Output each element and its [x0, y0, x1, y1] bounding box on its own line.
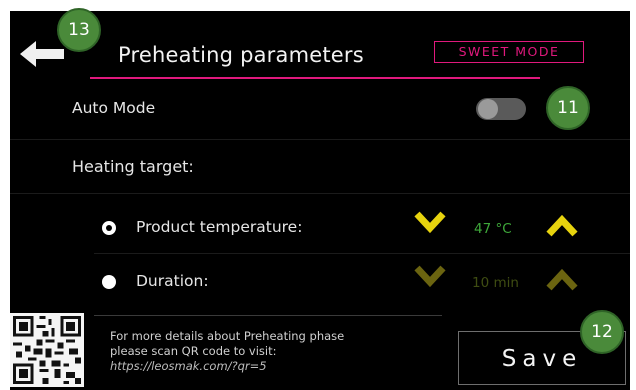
auto-mode-label: Auto Mode: [72, 99, 156, 117]
title-divider: [90, 77, 540, 79]
duration-value: 10 min: [472, 275, 519, 291]
chevron-down-icon: [414, 265, 446, 288]
auto-mode-toggle[interactable]: [476, 98, 526, 120]
option-duration-label: Duration:: [136, 272, 209, 290]
mode-tag: SWEET MODE: [434, 41, 584, 63]
row-divider: [10, 193, 630, 194]
footer-divider: [94, 315, 442, 316]
temperature-value: 47 °C: [474, 221, 512, 237]
device-screen: Preheating parameters SWEET MODE Auto Mo…: [10, 11, 630, 390]
radio-dot: [106, 225, 112, 231]
radio-product-temperature[interactable]: [102, 221, 116, 235]
chevron-down-icon: [414, 211, 446, 234]
back-arrow-icon: [20, 41, 64, 67]
row-divider: [94, 253, 630, 254]
radio-duration[interactable]: [102, 275, 116, 289]
temperature-increase-button[interactable]: [546, 213, 578, 243]
toggle-knob: [478, 99, 498, 119]
duration-increase-button[interactable]: [546, 267, 578, 297]
qr-info-text: For more details about Preheating phase …: [110, 329, 344, 374]
qr-info-line-1: For more details about Preheating phase: [110, 329, 345, 343]
qr-code-icon: [10, 313, 84, 387]
chevron-up-icon: [546, 214, 578, 237]
chevron-up-icon: [546, 268, 578, 291]
qr-info-url: https://leosmak.com/?qr=5: [110, 359, 267, 373]
qr-info-line-2: please scan QR code to visit:: [110, 344, 277, 358]
callout-badge-back: 13: [57, 8, 101, 52]
temperature-decrease-button[interactable]: [414, 209, 446, 239]
page-title: Preheating parameters: [118, 43, 364, 67]
callout-badge-save: 12: [580, 310, 624, 354]
duration-decrease-button[interactable]: [414, 263, 446, 293]
back-button[interactable]: [20, 39, 64, 73]
option-product-temperature-label: Product temperature:: [136, 218, 303, 236]
callout-badge-auto-mode: 11: [546, 86, 590, 130]
qr-code-graphic: [10, 313, 84, 387]
row-divider: [10, 139, 630, 140]
heating-target-label: Heating target:: [72, 157, 194, 176]
